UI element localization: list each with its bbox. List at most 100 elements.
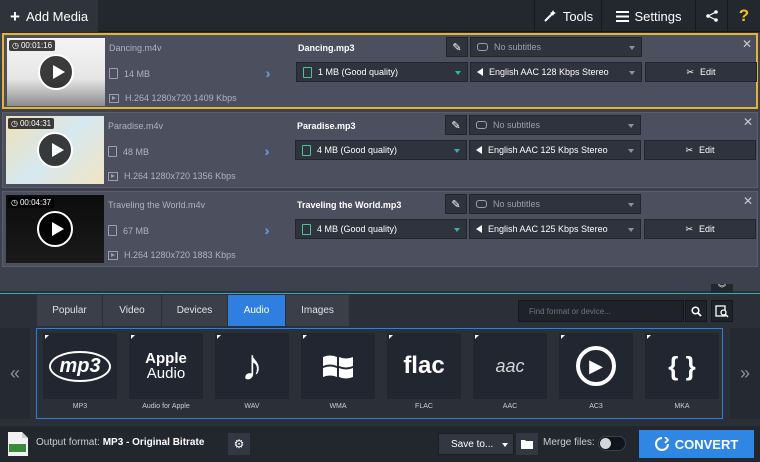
edit-button[interactable]: ✂ Edit bbox=[645, 62, 757, 82]
format-tile[interactable]: { } MKA bbox=[645, 333, 719, 415]
rename-button[interactable]: ✎ bbox=[445, 115, 467, 135]
mka-text: { } bbox=[668, 350, 696, 381]
output-filename[interactable]: Dancing.mp3 bbox=[298, 43, 355, 53]
play-icon[interactable] bbox=[37, 132, 73, 168]
speech-bubble-icon bbox=[476, 200, 487, 208]
apple-text: Apple bbox=[145, 350, 187, 367]
output-size-dropdown[interactable]: 1 MB (Good quality) bbox=[296, 62, 468, 82]
audio-track-dropdown[interactable]: English AAC 125 Kbps Stereo bbox=[469, 219, 641, 239]
video-thumbnail[interactable]: ◷ 00:01:16 bbox=[7, 38, 105, 106]
chevron-down-icon bbox=[454, 149, 460, 153]
close-icon[interactable]: ✕ bbox=[742, 37, 752, 51]
share-button[interactable] bbox=[695, 0, 727, 32]
help-button[interactable]: ? bbox=[727, 0, 760, 32]
file-row[interactable]: ◷ 00:04:37 Traveling the World.m4v 67 MB … bbox=[2, 191, 758, 267]
output-settings-button[interactable]: ⚙ bbox=[228, 433, 250, 455]
output-format[interactable]: Output format: MP3 - Original Bitrate bbox=[36, 437, 204, 448]
tools-button[interactable]: Tools bbox=[534, 0, 601, 32]
subtitles-dropdown[interactable]: No subtitles bbox=[469, 115, 641, 135]
ac3-text: ▶ bbox=[576, 346, 616, 386]
subtitles-dropdown[interactable]: No subtitles bbox=[470, 37, 642, 57]
tab-video[interactable]: Video bbox=[103, 295, 162, 326]
chevron-down-icon bbox=[628, 149, 634, 153]
source-size: 48 MB bbox=[108, 146, 149, 157]
duration-badge: ◷ 00:01:16 bbox=[9, 40, 56, 51]
close-icon[interactable]: ✕ bbox=[743, 194, 753, 208]
audio-track-dropdown[interactable]: English AAC 128 Kbps Stereo bbox=[470, 62, 642, 82]
source-video-info: H.264 1280x720 1356 Kbps bbox=[108, 171, 236, 181]
convert-icon bbox=[654, 437, 669, 451]
chevron-down-icon bbox=[628, 228, 634, 232]
apple-audio-icon: Apple Audio bbox=[129, 333, 203, 399]
subtitles-dropdown[interactable]: No subtitles bbox=[469, 194, 641, 214]
format-tile[interactable]: mp3 MP3 bbox=[43, 333, 117, 415]
chevron-down-icon bbox=[502, 443, 508, 447]
audio-track-dropdown[interactable]: English AAC 125 Kbps Stereo bbox=[469, 140, 641, 160]
output-format-value: MP3 - Original Bitrate bbox=[102, 437, 205, 448]
formats-prev-button[interactable]: « bbox=[0, 328, 30, 419]
play-icon[interactable] bbox=[38, 54, 74, 90]
search-button[interactable] bbox=[685, 300, 707, 322]
subtitles-value: No subtitles bbox=[494, 42, 542, 52]
save-to-dropdown[interactable]: Save to... bbox=[438, 433, 514, 455]
audio-track-value: English AAC 125 Kbps Stereo bbox=[488, 224, 608, 234]
edit-button[interactable]: ✂ Edit bbox=[644, 219, 756, 239]
output-size-value: 1 MB (Good quality) bbox=[318, 67, 399, 77]
folder-icon bbox=[521, 440, 533, 449]
format-tile[interactable]: Apple Audio Audio for Apple bbox=[129, 333, 203, 415]
play-icon[interactable] bbox=[37, 211, 73, 247]
speech-bubble-icon bbox=[477, 43, 488, 51]
music-note-icon: ♪ bbox=[215, 333, 289, 399]
format-tabs: Popular Video Devices Audio Images bbox=[37, 295, 350, 326]
formats-next-button[interactable]: » bbox=[730, 328, 760, 419]
file-icon bbox=[302, 144, 311, 156]
duration-badge: ◷ 00:04:37 bbox=[8, 197, 55, 208]
file-icon bbox=[108, 146, 117, 157]
open-folder-button[interactable] bbox=[516, 433, 538, 455]
speaker-icon bbox=[477, 68, 483, 76]
format-search-input[interactable]: Find format or device... bbox=[518, 300, 684, 322]
close-icon[interactable]: ✕ bbox=[743, 115, 753, 129]
detect-device-button[interactable] bbox=[711, 300, 733, 322]
settings-button[interactable]: Settings bbox=[601, 0, 695, 32]
output-size-value: 4 MB (Good quality) bbox=[317, 145, 398, 155]
output-size-dropdown[interactable]: 4 MB (Good quality) bbox=[295, 219, 467, 239]
flac-text: flac bbox=[403, 352, 445, 379]
format-tile[interactable]: ♪ WAV bbox=[215, 333, 289, 415]
mp3-icon: mp3 bbox=[43, 333, 117, 399]
ac3-icon: ▶ bbox=[559, 333, 633, 399]
format-tile[interactable]: aac AAC bbox=[473, 333, 547, 415]
convert-button[interactable]: CONVERT bbox=[639, 430, 754, 458]
source-video-info-text: H.264 1280x720 1409 Kbps bbox=[125, 93, 237, 103]
merge-files-toggle[interactable] bbox=[598, 436, 626, 451]
tab-devices[interactable]: Devices bbox=[162, 295, 228, 326]
tab-images[interactable]: Images bbox=[286, 295, 350, 326]
source-size: 67 MB bbox=[108, 225, 149, 236]
chevron-down-icon bbox=[455, 71, 461, 75]
mp3-file-icon bbox=[8, 432, 28, 456]
tab-audio[interactable]: Audio bbox=[228, 295, 286, 326]
file-icon bbox=[303, 66, 312, 78]
edit-label: Edit bbox=[699, 145, 715, 155]
file-row[interactable]: ◷ 00:01:16 Dancing.m4v 14 MB H.264 1280x7… bbox=[2, 33, 758, 109]
source-video-info-text: H.264 1280x720 1883 Kbps bbox=[124, 250, 236, 260]
file-row[interactable]: ◷ 00:04:31 Paradise.m4v 48 MB H.264 1280x… bbox=[2, 112, 758, 188]
rename-button[interactable]: ✎ bbox=[445, 194, 467, 214]
output-filename[interactable]: Paradise.mp3 bbox=[297, 121, 356, 131]
format-tile[interactable]: WMA bbox=[301, 333, 375, 415]
clock-icon: ◷ bbox=[11, 198, 18, 207]
output-size-dropdown[interactable]: 4 MB (Good quality) bbox=[295, 140, 467, 160]
format-tile[interactable]: flac FLAC bbox=[387, 333, 461, 415]
rename-button[interactable]: ✎ bbox=[446, 37, 468, 57]
merge-files-label: Merge files: bbox=[543, 437, 595, 448]
file-list: ◷ 00:01:16 Dancing.m4v 14 MB H.264 1280x7… bbox=[0, 33, 760, 291]
video-thumbnail[interactable]: ◷ 00:04:31 bbox=[6, 116, 104, 184]
file-icon bbox=[302, 223, 311, 235]
save-to-label: Save to... bbox=[451, 438, 494, 450]
add-media-button[interactable]: + Add Media bbox=[0, 0, 98, 32]
tab-popular[interactable]: Popular bbox=[37, 295, 103, 326]
edit-button[interactable]: ✂ Edit bbox=[644, 140, 756, 160]
format-tile[interactable]: ▶ AC3 bbox=[559, 333, 633, 415]
output-filename[interactable]: Traveling the World.mp3 bbox=[297, 200, 401, 210]
video-thumbnail[interactable]: ◷ 00:04:37 bbox=[6, 195, 104, 263]
